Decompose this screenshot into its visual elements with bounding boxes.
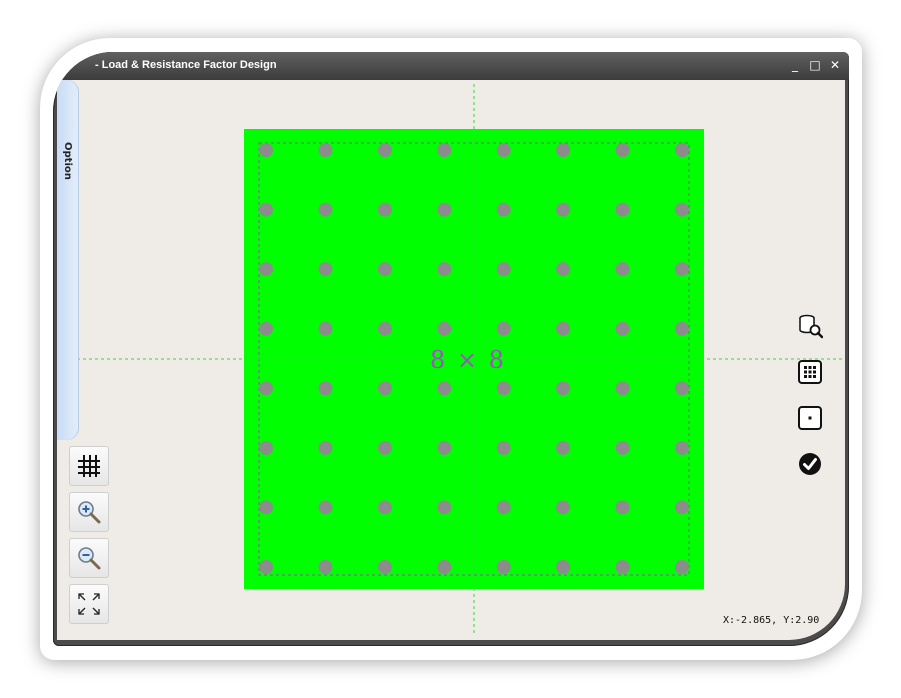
rebar (675, 202, 689, 217)
single-point-button[interactable] (797, 405, 823, 431)
rebar (377, 560, 392, 574)
single-point-icon (798, 406, 822, 430)
rebar (615, 560, 630, 574)
rebar (437, 202, 452, 217)
rebar (615, 143, 630, 157)
rebar (496, 202, 511, 217)
rebar (377, 381, 392, 396)
rebar (496, 440, 511, 455)
rebar (437, 500, 452, 515)
title-bar[interactable]: - Load & Resistance Factor Design _ □ ✕ (53, 52, 849, 80)
rebar (437, 143, 452, 157)
rebar (675, 143, 689, 157)
rebar (318, 381, 333, 396)
rebar (496, 321, 511, 336)
expand-icon (78, 593, 100, 615)
rebar (259, 262, 273, 277)
rebar (377, 500, 392, 515)
check-circle-icon (799, 453, 821, 475)
option-tab[interactable]: Option (57, 80, 79, 440)
rebar (675, 262, 689, 277)
rebar (437, 321, 452, 336)
window-title: - Load & Resistance Factor Design (95, 59, 277, 71)
rebar (259, 202, 273, 217)
minimize-button[interactable]: _ (787, 56, 803, 74)
confirm-button[interactable] (797, 451, 823, 477)
rebar (675, 381, 689, 396)
rebar (496, 381, 511, 396)
rebar (556, 143, 571, 157)
zoom-out-icon (78, 547, 101, 570)
rebar (675, 500, 689, 515)
grid-layout-icon (798, 360, 822, 384)
grid-icon (78, 455, 100, 477)
grid-layout-button[interactable] (797, 359, 823, 385)
close-button[interactable]: ✕ (827, 56, 843, 74)
database-search-button[interactable] (797, 313, 823, 339)
grid-toggle-button[interactable] (69, 446, 109, 486)
rebar (259, 560, 273, 574)
rebar (615, 262, 630, 277)
rebar (377, 321, 392, 336)
rebar (377, 143, 392, 157)
rebar (437, 560, 452, 574)
rebar (615, 321, 630, 336)
zoom-in-button[interactable] (69, 492, 109, 532)
maximize-button[interactable]: □ (807, 56, 823, 74)
zoom-in-icon (78, 501, 101, 524)
rebar (556, 321, 571, 336)
rebar (615, 500, 630, 515)
rebar (318, 560, 333, 574)
rebar (496, 560, 511, 574)
rebar (556, 440, 571, 455)
rebar (377, 440, 392, 455)
rebar (259, 440, 273, 455)
rebar (556, 560, 571, 574)
rebar (318, 321, 333, 336)
rebar (377, 262, 392, 277)
rebar (615, 440, 630, 455)
section-size-label: 8 × 8 (430, 346, 506, 374)
fit-view-button[interactable] (69, 584, 109, 624)
rebar (437, 440, 452, 455)
rebar (615, 381, 630, 396)
rebar (675, 440, 689, 455)
rebar (556, 262, 571, 277)
rebar (377, 202, 392, 217)
rebar (318, 262, 333, 277)
zoom-out-button[interactable] (69, 538, 109, 578)
drawing-area[interactable]: 8 × 8 Option X:-2.865, Y:2.90 (57, 80, 845, 640)
rebar (259, 143, 273, 157)
app-window: - Load & Resistance Factor Design _ □ ✕ … (53, 52, 849, 646)
section-canvas[interactable]: 8 × 8 (57, 80, 845, 640)
rebar (675, 560, 689, 574)
rebar (437, 262, 452, 277)
rebar (437, 381, 452, 396)
rebar (318, 500, 333, 515)
rebar (496, 262, 511, 277)
rebar (615, 202, 630, 217)
rebar (318, 202, 333, 217)
option-tab-label: Option (62, 142, 73, 180)
rebar (318, 440, 333, 455)
rebar (675, 321, 689, 336)
rebar (556, 500, 571, 515)
rebar (318, 143, 333, 157)
rebar (259, 381, 273, 396)
rebar (259, 500, 273, 515)
rebar (556, 202, 571, 217)
rebar (556, 381, 571, 396)
rebar (496, 143, 511, 157)
database-search-icon (799, 314, 823, 339)
rebar (496, 500, 511, 515)
rebar (259, 321, 273, 336)
cursor-coordinates: X:-2.865, Y:2.90 (723, 615, 820, 626)
